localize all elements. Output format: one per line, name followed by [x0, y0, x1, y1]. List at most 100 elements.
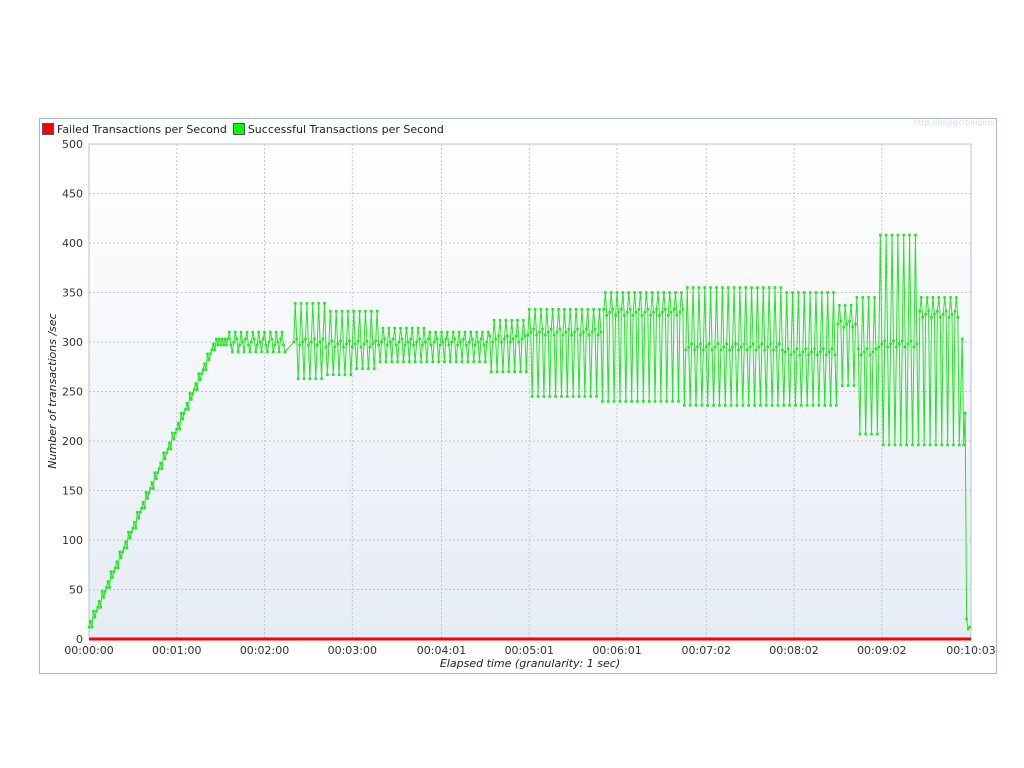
successful-data-point: [116, 566, 120, 570]
successful-data-point: [296, 377, 300, 380]
successful-data-point: [895, 345, 898, 349]
legend-item-failed[interactable]: Failed Transactions per Second: [42, 123, 227, 136]
successful-data-point: [580, 308, 584, 311]
successful-data-point: [378, 360, 382, 364]
successful-data-point: [955, 296, 958, 299]
successful-data-point: [364, 310, 367, 313]
successful-data-point: [851, 325, 854, 329]
successful-data-point: [760, 342, 764, 346]
successful-data-point: [209, 352, 212, 356]
successful-data-point: [762, 286, 765, 289]
successful-data-point: [384, 360, 388, 364]
successful-data-point: [647, 400, 651, 403]
successful-data-point: [917, 443, 920, 447]
successful-data-point: [665, 400, 669, 403]
successful-data-point: [819, 350, 822, 354]
successful-data-point: [425, 360, 429, 364]
successful-data-point: [247, 343, 250, 347]
x-tick-label: 00:03:00: [328, 644, 377, 657]
successful-data-point: [836, 322, 840, 326]
successful-data-point: [435, 337, 439, 341]
successful-data-point: [119, 556, 123, 560]
successful-data-point: [408, 360, 411, 364]
successful-data-point: [220, 337, 224, 341]
x-tick-label: 00:05:01: [505, 644, 554, 657]
successful-data-point: [160, 467, 164, 471]
successful-data-point: [466, 360, 470, 364]
successful-data-point: [241, 340, 244, 344]
successful-data-point: [345, 342, 348, 346]
successful-data-point: [946, 443, 949, 447]
successful-data-point: [748, 345, 752, 349]
successful-data-point: [242, 350, 246, 354]
successful-data-point: [203, 362, 206, 366]
successful-data-point: [365, 339, 369, 343]
successful-data-point: [454, 360, 458, 364]
successful-data-point: [596, 333, 600, 337]
successful-data-point: [413, 360, 417, 364]
successful-data-point: [130, 530, 133, 534]
successful-data-point: [535, 333, 538, 337]
successful-data-point: [472, 360, 475, 364]
successful-data-point: [960, 337, 964, 341]
successful-data-point: [668, 291, 671, 294]
successful-data-point: [618, 400, 622, 403]
successful-data-point: [434, 330, 437, 334]
y-tick-label: 450: [62, 188, 83, 201]
successful-data-point: [307, 343, 310, 347]
successful-data-point: [658, 313, 661, 317]
successful-data-point: [418, 337, 421, 341]
successful-data-point: [691, 286, 695, 289]
successful-data-point: [276, 340, 279, 344]
successful-data-point: [896, 233, 900, 237]
successful-data-point: [608, 311, 612, 314]
successful-data-point: [329, 310, 332, 313]
successful-data-point: [612, 400, 616, 403]
successful-data-point: [122, 546, 126, 550]
successful-data-point: [427, 337, 430, 341]
successful-data-point: [250, 340, 253, 344]
successful-data-point: [589, 395, 592, 398]
successful-data-point: [131, 526, 135, 530]
successful-data-point: [301, 340, 304, 344]
successful-data-point: [587, 333, 591, 337]
successful-data-point: [539, 308, 543, 311]
successful-data-point: [475, 330, 478, 334]
successful-data-point: [397, 340, 401, 344]
successful-data-point: [453, 337, 456, 341]
successful-data-point: [530, 395, 534, 398]
legend-item-successful[interactable]: Successful Transactions per Second: [232, 123, 444, 136]
successful-data-point: [650, 291, 654, 294]
successful-data-point: [574, 308, 578, 311]
successful-data-point: [563, 308, 566, 311]
successful-data-point: [157, 467, 161, 471]
successful-data-point: [637, 308, 641, 311]
successful-data-point: [557, 308, 560, 311]
successful-data-point: [940, 443, 944, 447]
successful-data-point: [495, 370, 499, 373]
successful-data-point: [962, 443, 965, 447]
successful-data-point: [776, 404, 780, 407]
successful-data-point: [244, 337, 247, 341]
successful-data-point: [179, 411, 183, 415]
successful-data-point: [542, 395, 546, 398]
successful-data-point: [267, 340, 271, 344]
successful-data-point: [814, 291, 818, 294]
successful-data-point: [570, 333, 573, 337]
successful-data-point: [149, 487, 152, 490]
successful-data-point: [571, 395, 575, 398]
successful-data-point: [781, 348, 784, 352]
successful-data-point: [810, 350, 813, 354]
x-tick-label: 00:00:00: [64, 644, 113, 657]
successful-data-point: [318, 340, 322, 344]
successful-data-point: [808, 291, 812, 294]
successful-data-point: [349, 373, 353, 376]
successful-data-point: [146, 497, 149, 500]
successful-data-point: [228, 330, 231, 334]
successful-data-point: [611, 308, 614, 311]
successful-data-point: [479, 337, 483, 341]
successful-data-point: [731, 345, 734, 349]
successful-data-point: [109, 570, 113, 573]
successful-data-point: [855, 296, 859, 299]
successful-data-point: [162, 451, 165, 455]
